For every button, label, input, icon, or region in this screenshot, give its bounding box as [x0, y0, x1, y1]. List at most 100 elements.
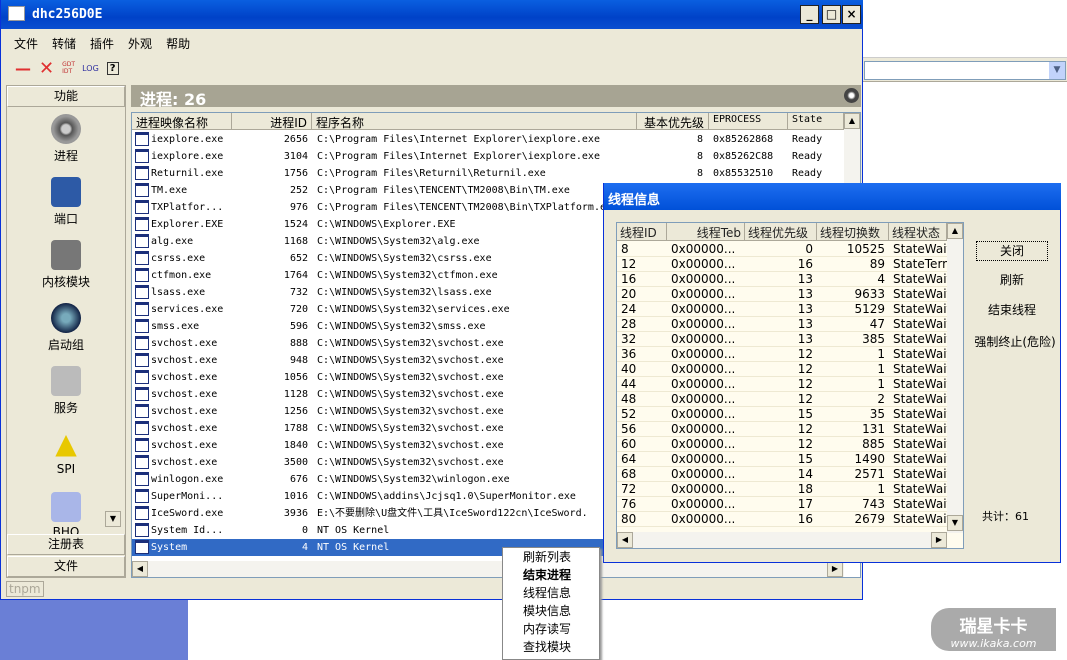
- column-header-pid[interactable]: 进程ID: [232, 113, 312, 130]
- sidebar-item-startup[interactable]: 启动组: [7, 303, 125, 353]
- sidebar-scroll-down[interactable]: ▼: [105, 511, 121, 527]
- process-row[interactable]: svchost.exe 1840 C:\WINDOWS\System32\svcho…: [132, 437, 604, 454]
- column-header-switch-count[interactable]: 线程切换数: [817, 223, 889, 241]
- gdt-idt-button[interactable]: GDT IDT: [62, 61, 75, 75]
- menu-item-memory-rw[interactable]: 内存读写: [503, 620, 599, 638]
- force-terminate-button[interactable]: 强制终止(危险): [970, 333, 1060, 353]
- sidebar-item-services[interactable]: 服务: [7, 366, 125, 416]
- chevron-down-icon[interactable]: ▼: [1049, 62, 1065, 79]
- column-header-priority[interactable]: 基本优先级: [637, 113, 709, 130]
- delete-icon[interactable]: ✕: [39, 58, 54, 79]
- sidebar-file[interactable]: 文件: [7, 556, 125, 577]
- thread-row[interactable]: 32 0x00000... 13 385 StateWait: [617, 332, 947, 347]
- end-thread-button[interactable]: 结束线程: [976, 301, 1048, 321]
- process-row[interactable]: Returnil.exe 1756 C:\Program Files\Returni…: [132, 165, 844, 182]
- background-combobox[interactable]: ▼: [864, 61, 1066, 80]
- column-header-teb[interactable]: 线程Teb: [667, 223, 745, 241]
- menu-help[interactable]: 帮助: [159, 32, 197, 54]
- sidebar-item-process[interactable]: 进程: [7, 114, 125, 164]
- process-row[interactable]: svchost.exe 1788 C:\WINDOWS\System32\svcho…: [132, 420, 604, 437]
- thread-vertical-scrollbar[interactable]: ▲ ▼: [947, 223, 963, 533]
- sidebar-registry[interactable]: 注册表: [7, 534, 125, 555]
- thread-row[interactable]: 72 0x00000... 18 1 StateWait: [617, 482, 947, 497]
- horizontal-scrollbar[interactable]: ◀ ▶: [132, 561, 844, 577]
- thread-row[interactable]: 60 0x00000... 12 885 StateWait: [617, 437, 947, 452]
- menu-item-thread-info[interactable]: 线程信息: [503, 584, 599, 602]
- menu-dump[interactable]: 转储: [45, 32, 83, 54]
- thread-row[interactable]: 12 0x00000... 16 89 StateTerm: [617, 257, 947, 272]
- thread-row[interactable]: 76 0x00000... 17 743 StateWait: [617, 497, 947, 512]
- process-row[interactable]: svchost.exe 1128 C:\WINDOWS\System32\svcho…: [132, 386, 604, 403]
- process-row[interactable]: services.exe 720 C:\WINDOWS\System32\servi…: [132, 301, 604, 318]
- thread-row[interactable]: 20 0x00000... 13 9633 StateWait: [617, 287, 947, 302]
- column-header-eprocess[interactable]: EPROCESS: [709, 113, 788, 130]
- menu-item-refresh-list[interactable]: 刷新列表: [503, 548, 599, 566]
- menu-plugins[interactable]: 插件: [83, 32, 121, 54]
- process-row[interactable]: Explorer.EXE 1524 C:\WINDOWS\Explorer.EXE: [132, 216, 604, 233]
- scroll-down-button[interactable]: ▼: [947, 515, 963, 531]
- refresh-button[interactable]: 刷新: [976, 271, 1048, 291]
- scroll-left-button[interactable]: ◀: [132, 561, 148, 577]
- thread-row[interactable]: 52 0x00000... 15 35 StateWait: [617, 407, 947, 422]
- sidebar-item-port[interactable]: 端口: [7, 177, 125, 227]
- process-row[interactable]: IceSword.exe 3936 E:\不要删除\U盘文件\工具\IceSword…: [132, 505, 604, 522]
- thread-row[interactable]: 64 0x00000... 15 1490 StateWait: [617, 452, 947, 467]
- sidebar-item-spi[interactable]: ▲ SPI: [7, 429, 125, 477]
- column-header-thread-priority[interactable]: 线程优先级: [745, 223, 817, 241]
- menu-file[interactable]: 文件: [7, 32, 45, 54]
- process-row[interactable]: iexplore.exe 3104 C:\Program Files\Interne…: [132, 148, 844, 165]
- thread-row[interactable]: 8 0x00000... 0 10525 StateWait: [617, 242, 947, 257]
- process-row[interactable]: winlogon.exe 676 C:\WINDOWS\System32\winlo…: [132, 471, 604, 488]
- thread-row[interactable]: 80 0x00000... 16 2679 StateWait: [617, 512, 947, 527]
- column-header-image-name[interactable]: 进程映像名称: [132, 113, 232, 130]
- minimize-button[interactable]: _: [800, 5, 819, 24]
- process-row[interactable]: iexplore.exe 2656 C:\Program Files\Interne…: [132, 131, 844, 148]
- close-button[interactable]: ×: [842, 5, 861, 24]
- menu-item-find-module[interactable]: 查找模块: [503, 638, 599, 656]
- process-row[interactable]: svchost.exe 948 C:\WINDOWS\System32\svchos…: [132, 352, 604, 369]
- column-header-path[interactable]: 程序名称: [312, 113, 637, 130]
- thread-row[interactable]: 28 0x00000... 13 47 StateWait: [617, 317, 947, 332]
- thread-row[interactable]: 56 0x00000... 12 131 StateWait: [617, 422, 947, 437]
- thread-row[interactable]: 24 0x00000... 13 5129 StateWait: [617, 302, 947, 317]
- refresh-icon[interactable]: [844, 88, 859, 103]
- minus-icon[interactable]: —: [15, 59, 31, 78]
- scroll-up-button[interactable]: ▲: [844, 113, 860, 129]
- process-row[interactable]: svchost.exe 1256 C:\WINDOWS\System32\svcho…: [132, 403, 604, 420]
- process-row[interactable]: ctfmon.exe 1764 C:\WINDOWS\System32\ctfmon…: [132, 267, 604, 284]
- log-button[interactable]: LOG: [82, 64, 99, 73]
- scroll-right-button[interactable]: ▶: [931, 532, 947, 548]
- process-row[interactable]: TXPlatfor... 976 C:\Program Files\TENCENT\…: [132, 199, 606, 216]
- process-row[interactable]: alg.exe 1168 C:\WINDOWS\System32\alg.exe: [132, 233, 604, 250]
- column-header-thread-state[interactable]: 线程状态: [889, 223, 947, 241]
- column-header-thread-id[interactable]: 线程ID: [617, 223, 667, 241]
- thread-row[interactable]: 68 0x00000... 14 2571 StateWait: [617, 467, 947, 482]
- thread-row[interactable]: 48 0x00000... 12 2 StateWait: [617, 392, 947, 407]
- thread-row[interactable]: 16 0x00000... 13 4 StateWait: [617, 272, 947, 287]
- process-row[interactable]: smss.exe 596 C:\WINDOWS\System32\smss.exe: [132, 318, 604, 335]
- scroll-up-button[interactable]: ▲: [947, 223, 963, 239]
- scroll-left-button[interactable]: ◀: [617, 532, 633, 548]
- help-icon[interactable]: ?: [106, 61, 119, 75]
- maximize-button[interactable]: □: [822, 5, 841, 24]
- process-row[interactable]: TM.exe 252 C:\Program Files\TENCENT\TM2008…: [132, 182, 604, 199]
- process-row[interactable]: System Id... 0 NT OS Kernel: [132, 522, 604, 539]
- process-row[interactable]: svchost.exe 3500 C:\WINDOWS\System32\svcho…: [132, 454, 604, 471]
- column-header-state[interactable]: State: [788, 113, 844, 130]
- scroll-right-button[interactable]: ▶: [827, 561, 843, 577]
- thread-horizontal-scrollbar[interactable]: ◀ ▶: [617, 532, 947, 548]
- thread-row[interactable]: 36 0x00000... 12 1 StateWait: [617, 347, 947, 362]
- process-row[interactable]: SuperMoni... 1016 C:\WINDOWS\addins\Jcjsq1…: [132, 488, 604, 505]
- process-row[interactable]: lsass.exe 732 C:\WINDOWS\System32\lsass.ex…: [132, 284, 604, 301]
- menu-item-end-process[interactable]: 结束进程: [503, 566, 599, 584]
- close-dialog-button[interactable]: 关闭: [976, 241, 1048, 261]
- thread-row[interactable]: 40 0x00000... 12 1 StateWait: [617, 362, 947, 377]
- menu-item-module-info[interactable]: 模块信息: [503, 602, 599, 620]
- sidebar-item-kernel-modules[interactable]: 内核模块: [7, 240, 125, 290]
- process-row[interactable]: csrss.exe 652 C:\WINDOWS\System32\csrss.ex…: [132, 250, 604, 267]
- menu-appearance[interactable]: 外观: [121, 32, 159, 54]
- process-row[interactable]: svchost.exe 888 C:\WINDOWS\System32\svchos…: [132, 335, 604, 352]
- process-row[interactable]: svchost.exe 1056 C:\WINDOWS\System32\svcho…: [132, 369, 604, 386]
- thread-row[interactable]: 44 0x00000... 12 1 StateWait: [617, 377, 947, 392]
- sidebar-header[interactable]: 功能: [7, 86, 125, 107]
